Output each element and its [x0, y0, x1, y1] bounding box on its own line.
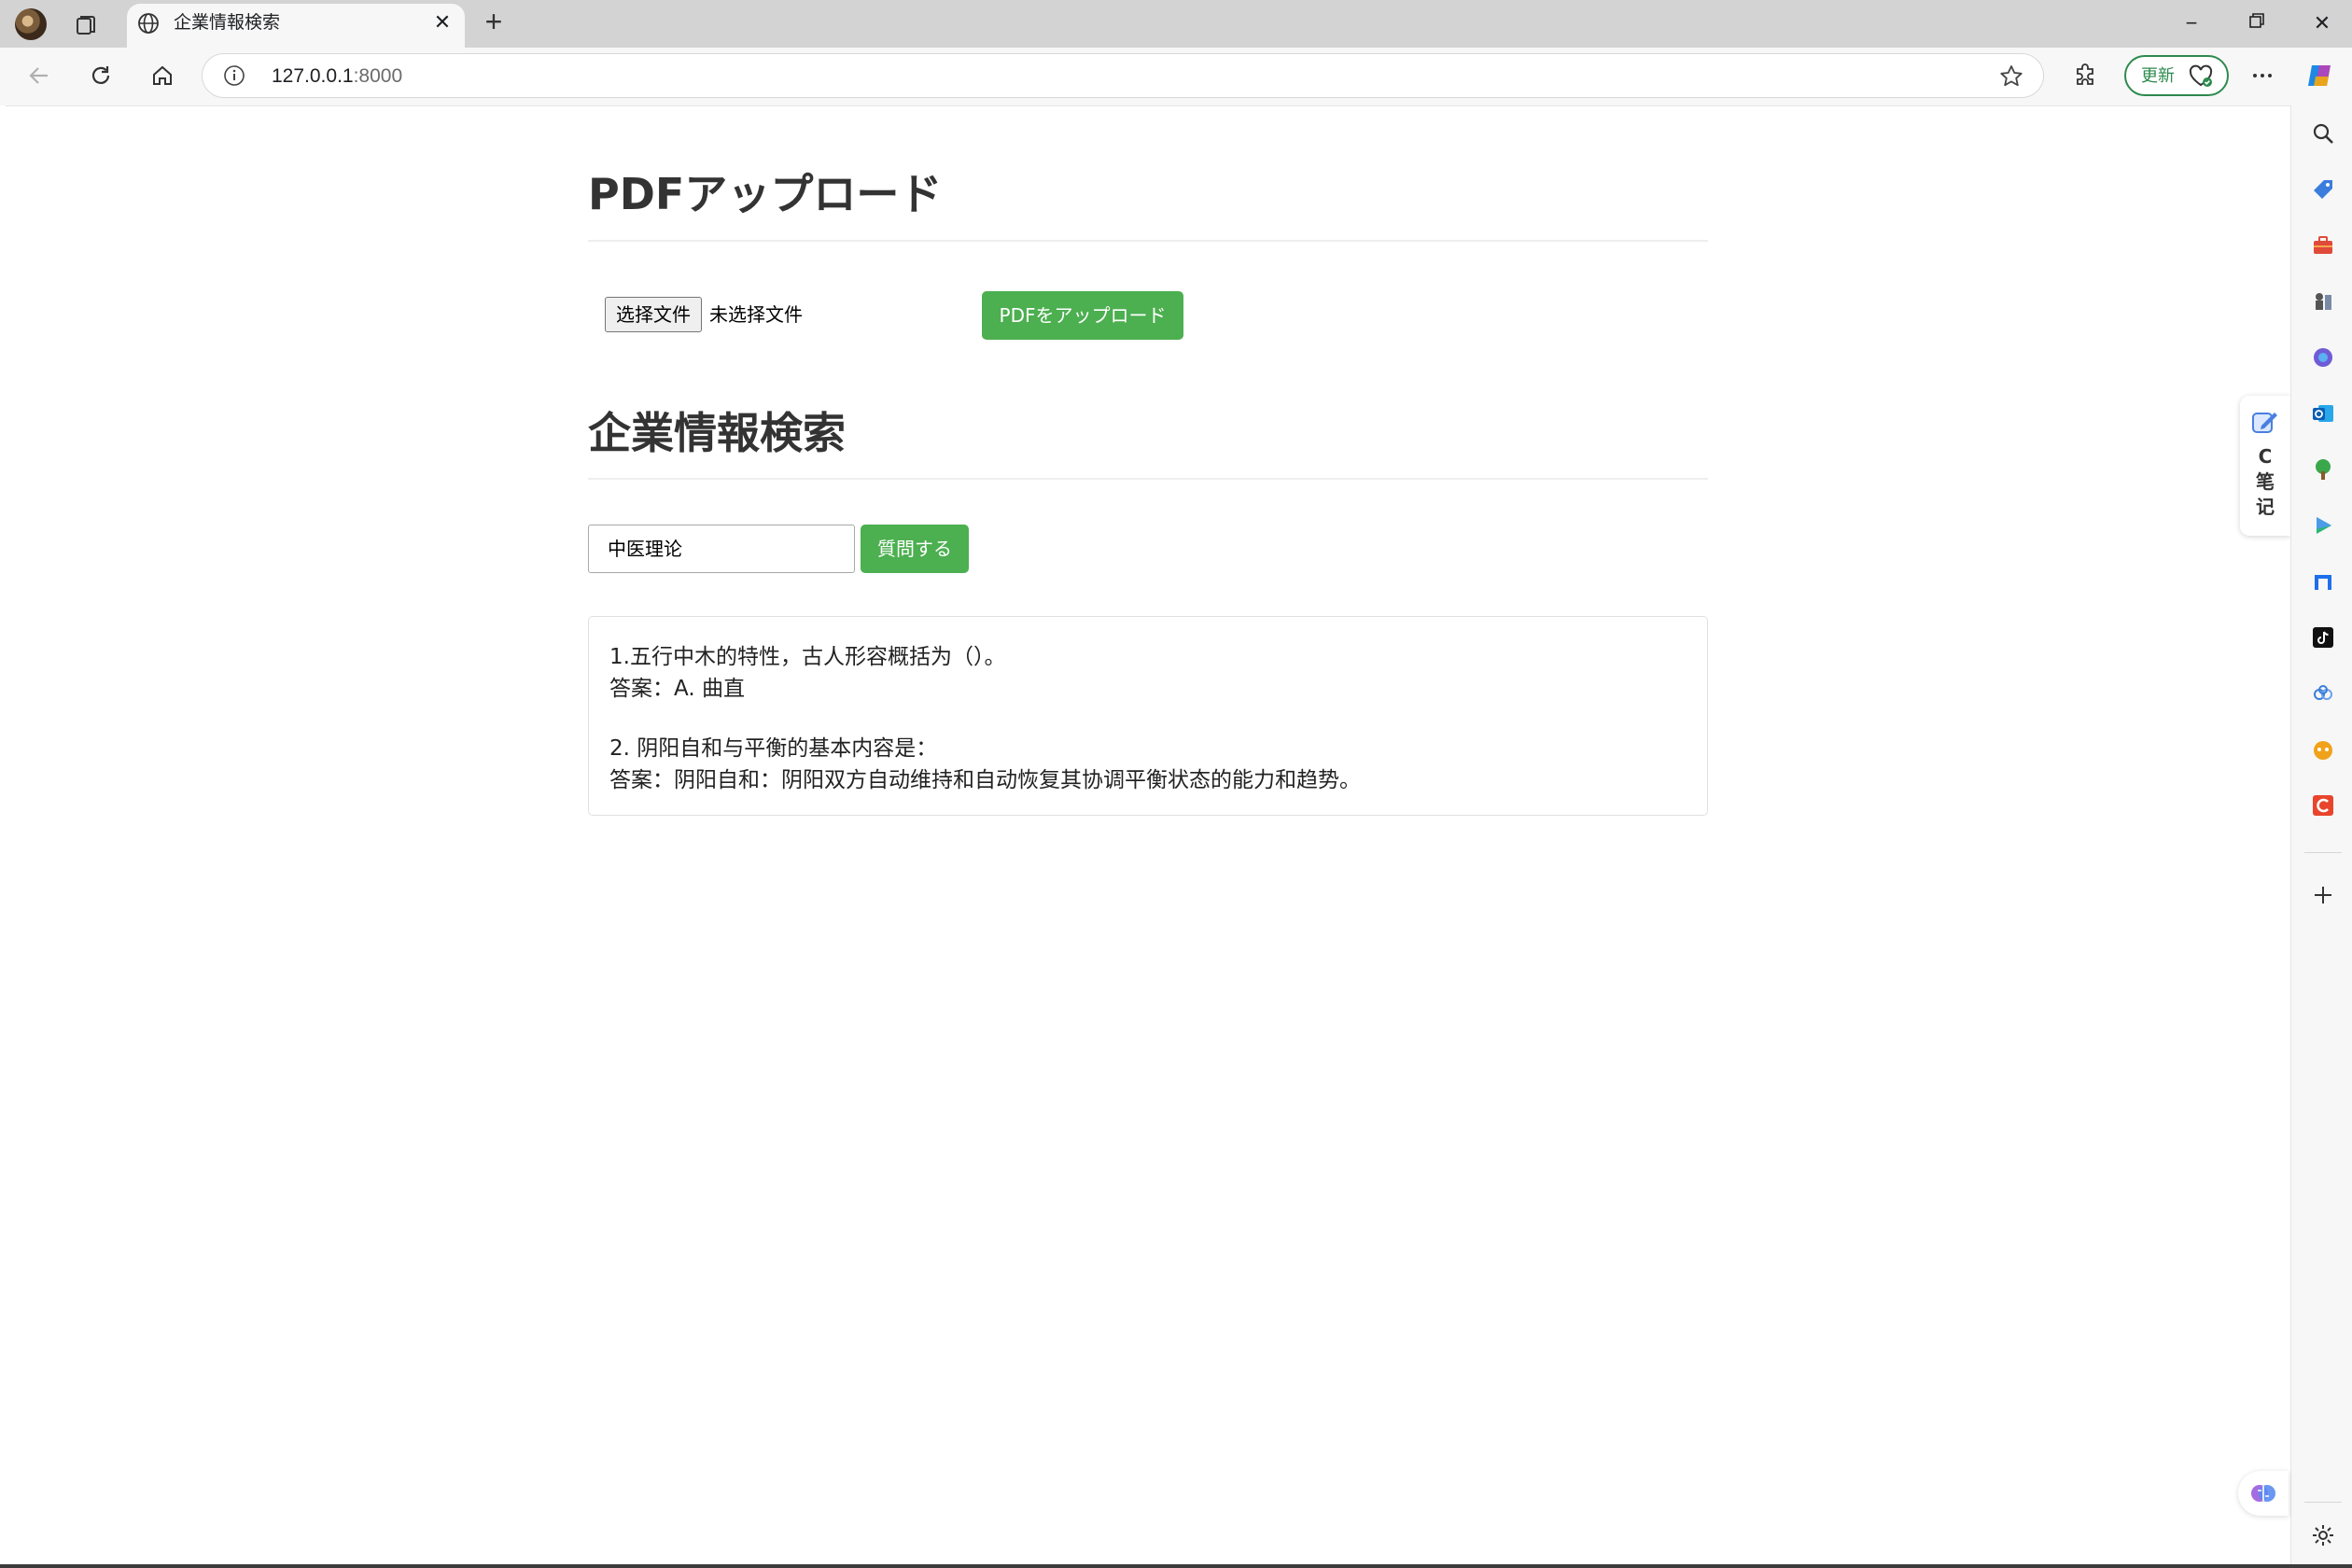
- browser-toolbar: 127.0.0.1:8000 更新: [0, 48, 2352, 105]
- favorite-star-icon[interactable]: [1998, 63, 2024, 90]
- sidebar-divider: [2304, 852, 2342, 853]
- file-status-text: 未选择文件: [709, 303, 803, 326]
- globe-icon: [136, 11, 161, 35]
- ask-question-button[interactable]: 質問する: [861, 525, 969, 573]
- note-char-1: 笔: [2256, 470, 2275, 493]
- brain-assistant-button[interactable]: [2238, 1471, 2289, 1516]
- search-icon[interactable]: [2310, 120, 2336, 147]
- tag-icon[interactable]: [2310, 176, 2336, 203]
- app-icon[interactable]: [2310, 568, 2336, 595]
- close-tab-icon[interactable]: ✕: [431, 11, 454, 34]
- update-label: 更新: [2141, 66, 2175, 85]
- copilot-icon[interactable]: [2302, 57, 2339, 94]
- result-answer: 答案：阴阳自和：阴阳双方自动维持和自动恢复其协调平衡状态的能力和趋势。: [609, 768, 1361, 792]
- url-text: 127.0.0.1:8000: [272, 65, 402, 88]
- upload-heading: PDFアップロード: [588, 169, 943, 219]
- window-bottom-border: [0, 1564, 2352, 1568]
- page-content: PDFアップロード 选择文件 未选择文件 PDFをアップロード 企業情報検索 中…: [6, 105, 2290, 1564]
- choose-file-button[interactable]: 选择文件: [605, 297, 702, 332]
- url-port: :8000: [353, 65, 403, 87]
- refresh-icon[interactable]: [82, 57, 119, 94]
- url-host: 127.0.0.1: [272, 65, 354, 87]
- search-heading: 企業情報検索: [588, 408, 846, 458]
- note-label: C 笔 记: [2240, 444, 2290, 520]
- c-app-icon[interactable]: [2310, 792, 2336, 819]
- minimize-icon[interactable]: −: [2173, 9, 2210, 37]
- extensions-icon[interactable]: [2066, 57, 2104, 94]
- heart-update-icon: [2188, 64, 2214, 89]
- new-tab-icon[interactable]: +: [480, 7, 508, 36]
- outlook-icon[interactable]: [2310, 400, 2336, 427]
- upload-divider: [588, 240, 1708, 242]
- more-menu-icon[interactable]: [2244, 57, 2281, 94]
- tiktok-icon[interactable]: [2310, 624, 2336, 651]
- tab-strip: 企業情報検索 ✕ + − ✕: [0, 0, 2352, 48]
- tab-actions-icon[interactable]: [73, 11, 101, 39]
- home-icon[interactable]: [144, 57, 181, 94]
- back-icon[interactable]: [21, 57, 58, 94]
- note-letter: C: [2258, 445, 2273, 468]
- restore-icon[interactable]: [2238, 9, 2275, 37]
- close-window-icon[interactable]: ✕: [2303, 9, 2341, 37]
- brain-icon: [2251, 1485, 2275, 1502]
- result-answer: 答案：A. 曲直: [609, 677, 745, 701]
- profile-avatar[interactable]: [15, 8, 47, 40]
- play-icon[interactable]: [2310, 512, 2336, 539]
- tree-icon[interactable]: [2310, 456, 2336, 483]
- settings-gear-icon[interactable]: [2310, 1522, 2336, 1548]
- c-notes-widget[interactable]: C 笔 记: [2240, 396, 2290, 536]
- result-question: 1.五行中木的特性，古人形容概括为（）。: [609, 645, 1006, 669]
- update-button[interactable]: 更新: [2124, 55, 2229, 96]
- search-divider: [588, 478, 1708, 480]
- link-icon[interactable]: [2310, 680, 2336, 707]
- chess-icon[interactable]: [2310, 288, 2336, 315]
- result-item: 2. 阴阳自和与平衡的基本内容是： 答案：阴阳自和：阴阳双方自动维持和自动恢复其…: [609, 733, 1687, 796]
- address-bar[interactable]: 127.0.0.1:8000: [202, 53, 2044, 98]
- briefcase-icon[interactable]: [2310, 232, 2336, 259]
- add-icon[interactable]: [2310, 882, 2336, 908]
- copilot-app-icon[interactable]: [2310, 344, 2336, 371]
- tab-title: 企業情報検索: [174, 13, 281, 33]
- result-question: 2. 阴阳自和与平衡的基本内容是：: [609, 736, 938, 761]
- upload-pdf-button[interactable]: PDFをアップロード: [982, 291, 1183, 340]
- answer-result-box: 1.五行中木的特性，古人形容概括为（）。 答案：A. 曲直 2. 阴阳自和与平衡…: [588, 616, 1708, 816]
- note-char-2: 记: [2256, 496, 2275, 518]
- site-info-icon[interactable]: [223, 64, 245, 87]
- note-pen-icon: [2250, 409, 2280, 437]
- game-icon[interactable]: [2310, 736, 2336, 763]
- right-sidebar: [2290, 105, 2352, 1568]
- query-input[interactable]: 中医理论: [588, 525, 855, 573]
- sidebar-divider: [2304, 1502, 2342, 1503]
- result-item: 1.五行中木的特性，古人形容概括为（）。 答案：A. 曲直: [609, 641, 1687, 705]
